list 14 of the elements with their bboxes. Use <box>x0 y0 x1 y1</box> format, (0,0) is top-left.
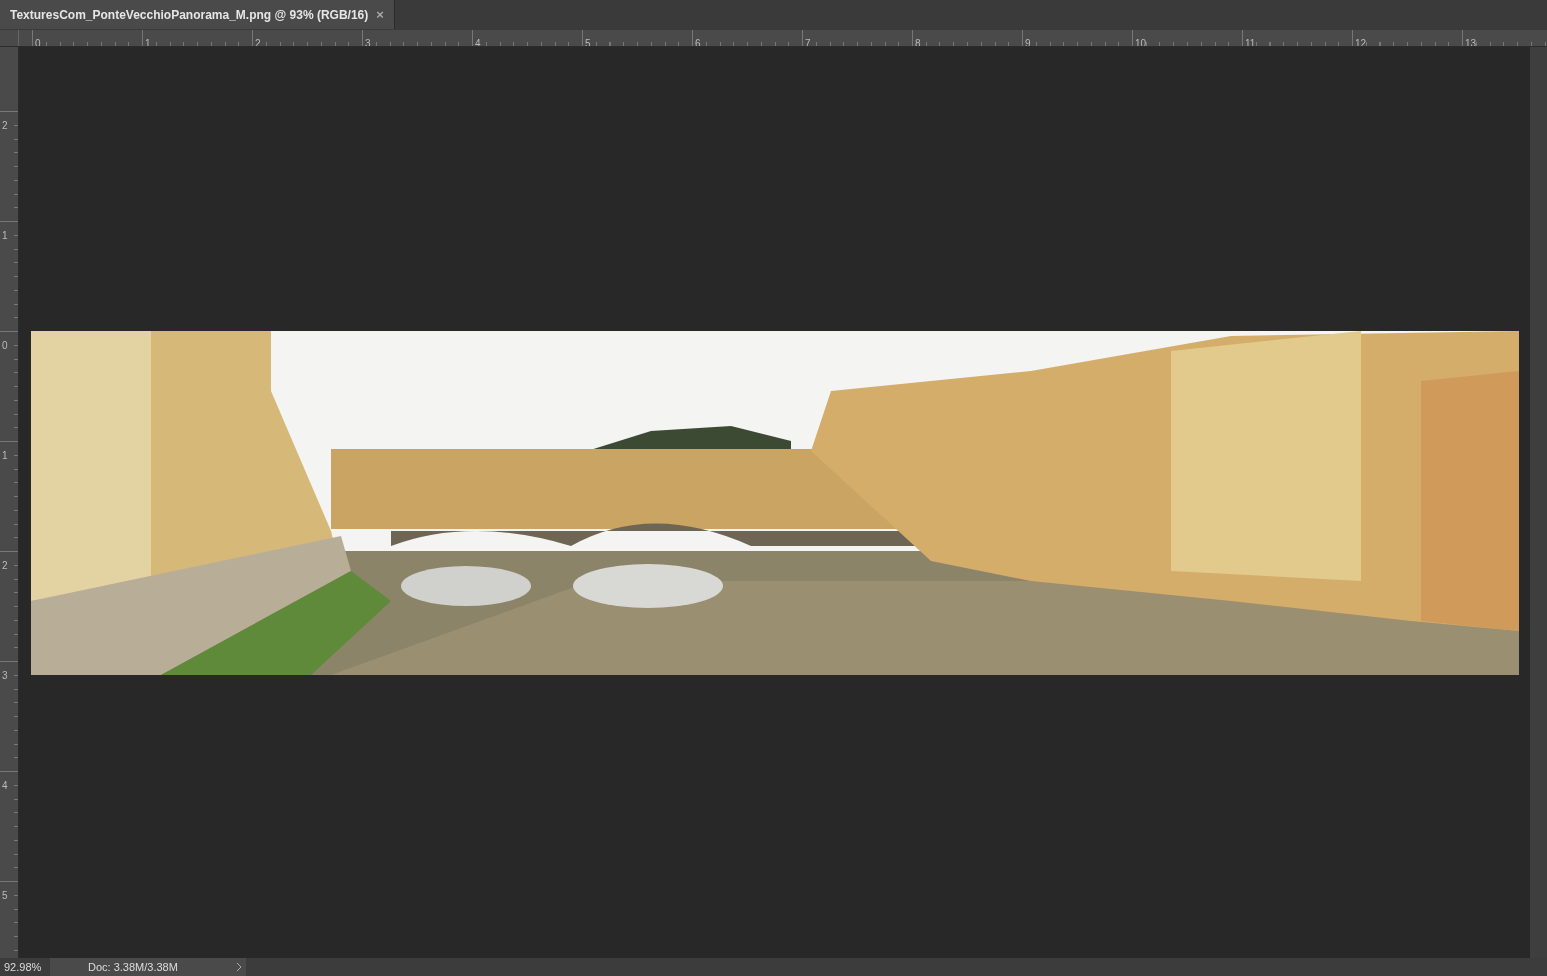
ruler-number: 4 <box>1 779 8 792</box>
document-tab[interactable]: TexturesCom_PonteVecchioPanorama_M.png @ 93% (RGB/16) × <box>0 0 395 29</box>
close-button[interactable]: × <box>376 4 384 25</box>
chevron-icon[interactable] <box>236 962 242 972</box>
ruler-number: 1 <box>1 449 8 462</box>
ruler-number: 1 <box>1 229 8 242</box>
ruler-number: 2 <box>1 559 8 572</box>
document-size: Doc: 3.38M/3.38M <box>50 958 232 976</box>
ruler-number: 0 <box>1 339 8 352</box>
ruler-number: 2 <box>1 119 8 132</box>
zoom-level: 92.98% <box>3 960 43 975</box>
ruler-number: 3 <box>1 669 8 682</box>
ruler-number: 5 <box>1 889 8 902</box>
scrollbar[interactable] <box>1530 47 1547 958</box>
